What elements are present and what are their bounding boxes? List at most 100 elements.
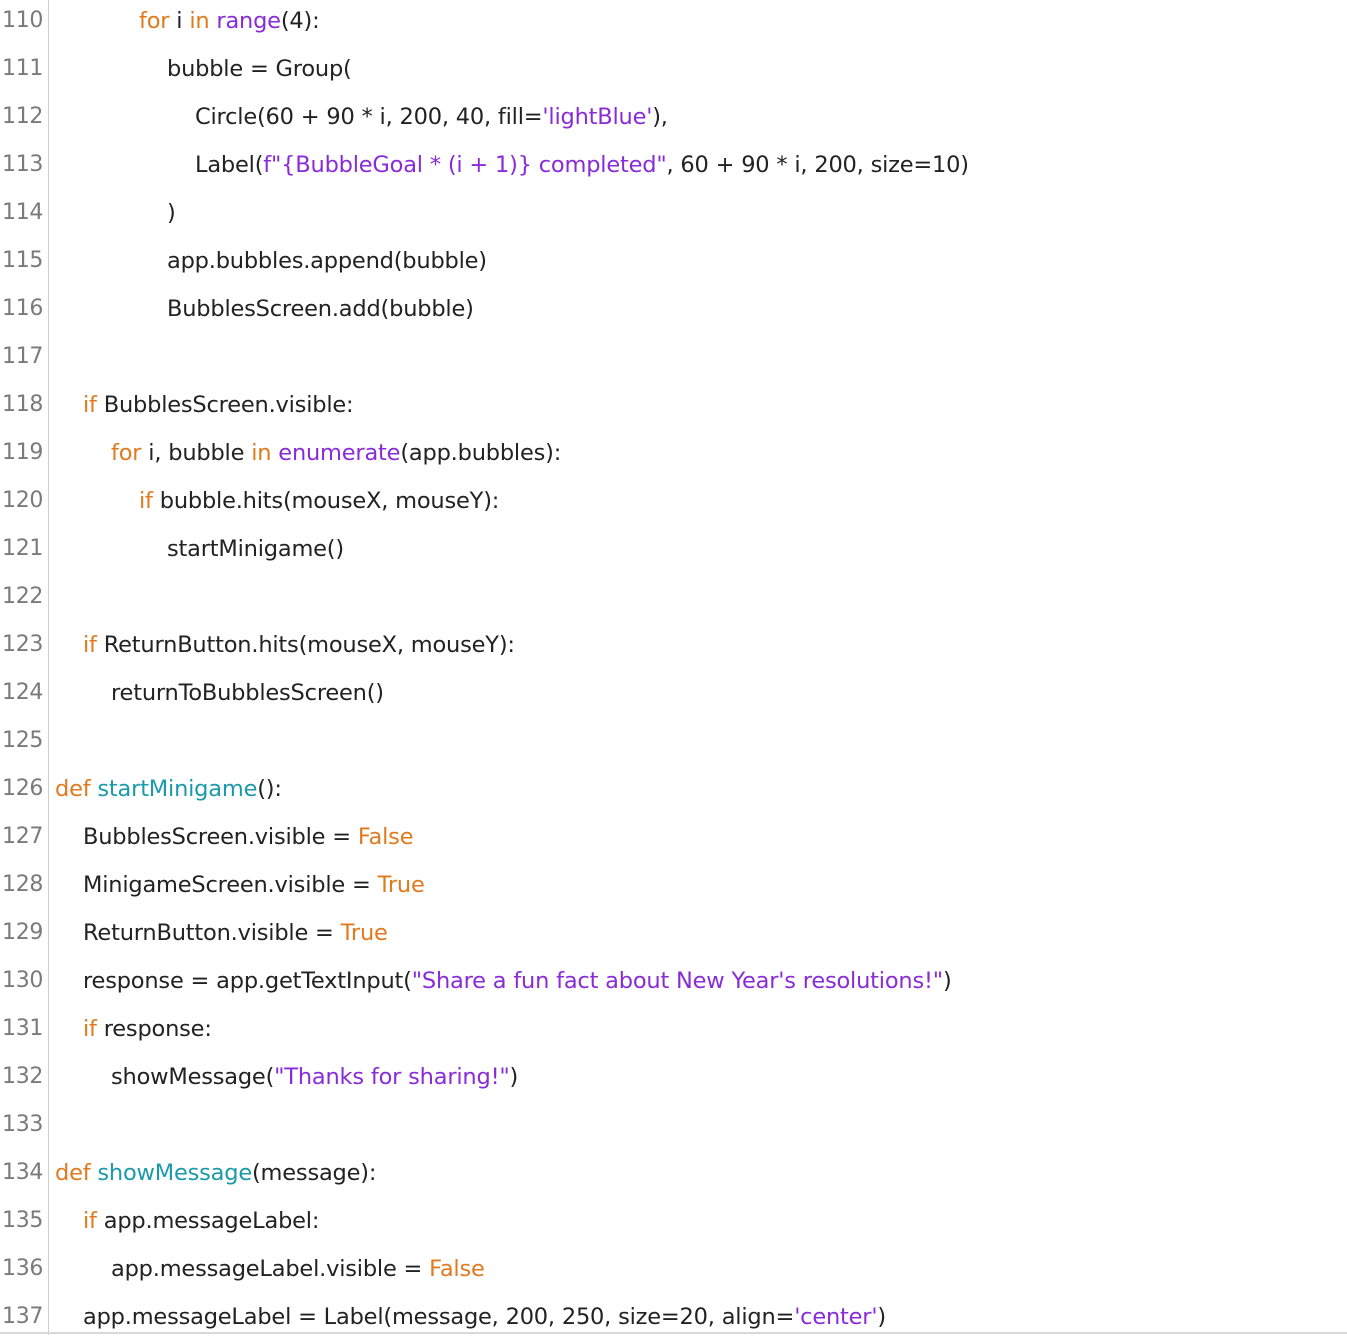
code-text[interactable]: BubblesScreen.visible = False [83, 816, 414, 858]
line-number: 117 [2, 344, 44, 369]
code-text[interactable]: returnToBubblesScreen() [111, 672, 384, 714]
code-text[interactable]: for i, bubble in enumerate(app.bubbles): [111, 432, 561, 474]
keyword-token: in [189, 8, 210, 34]
keyword-token: if [83, 632, 97, 658]
code-line[interactable]: 135 if app.messageLabel: [0, 1200, 1347, 1248]
code-text[interactable]: showMessage("Thanks for sharing!") [111, 1056, 518, 1098]
code-line[interactable]: 132 showMessage("Thanks for sharing!") [0, 1056, 1347, 1104]
code-line[interactable]: 121 startMinigame() [0, 528, 1347, 576]
line-number: 115 [2, 248, 44, 273]
line-number: 125 [2, 728, 44, 753]
code-token: i, bubble [141, 440, 252, 466]
code-text[interactable]: def showMessage(message): [55, 1152, 376, 1194]
code-line[interactable]: 127 BubblesScreen.visible = False [0, 816, 1347, 864]
code-text[interactable]: Label(f"{BubbleGoal * (i + 1)} completed… [195, 144, 969, 186]
code-line[interactable]: 126 def startMinigame(): [0, 768, 1347, 816]
code-token: bubble = Group( [167, 56, 352, 82]
string-token: "Share a fun fact about New Year's resol… [411, 968, 943, 994]
code-token: app.messageLabel: [96, 1208, 320, 1234]
code-text[interactable]: MinigameScreen.visible = True [83, 864, 425, 906]
code-line[interactable]: 110 for i in range(4): [0, 0, 1347, 48]
code-token: BubblesScreen.add(bubble) [167, 296, 474, 322]
line-number: 130 [2, 968, 44, 993]
code-token: bubble.hits(mouseX, mouseY): [152, 488, 500, 514]
code-token: , 60 + 90 * i, 200, size=10) [666, 152, 970, 178]
code-line[interactable]: 113 Label(f"{BubbleGoal * (i + 1)} comple… [0, 144, 1347, 192]
code-line[interactable]: 124 returnToBubblesScreen() [0, 672, 1347, 720]
code-text[interactable]: startMinigame() [167, 528, 344, 570]
function-name-token: startMinigame [97, 776, 258, 802]
code-text[interactable]: app.messageLabel.visible = False [111, 1248, 485, 1290]
code-text[interactable]: if bubble.hits(mouseX, mouseY): [139, 480, 499, 522]
code-token: ) [942, 968, 952, 994]
code-text[interactable]: if response: [83, 1008, 212, 1050]
keyword-token: for [111, 440, 142, 466]
code-line[interactable]: 129 ReturnButton.visible = True [0, 912, 1347, 960]
code-line[interactable]: 123 if ReturnButton.hits(mouseX, mouseY): [0, 624, 1347, 672]
code-text[interactable]: if app.messageLabel: [83, 1200, 319, 1242]
code-line[interactable]: 116 BubblesScreen.add(bubble) [0, 288, 1347, 336]
code-token: startMinigame() [167, 536, 344, 562]
code-line[interactable]: 131 if response: [0, 1008, 1347, 1056]
keyword-token: in [251, 440, 272, 466]
code-text[interactable]: BubblesScreen.add(bubble) [167, 288, 474, 330]
line-number: 118 [2, 392, 44, 417]
keyword-token: False [357, 824, 414, 850]
string-token: f"{BubbleGoal * (i + 1)} completed" [263, 152, 667, 178]
string-token: 'center' [794, 1304, 878, 1330]
code-text[interactable]: ReturnButton.visible = True [83, 912, 388, 954]
code-line[interactable]: 112 Circle(60 + 90 * i, 200, 40, fill='li… [0, 96, 1347, 144]
code-line[interactable]: 133 [0, 1104, 1347, 1152]
code-token: BubblesScreen.visible = [83, 824, 358, 850]
code-line[interactable]: 134 def showMessage(message): [0, 1152, 1347, 1200]
code-text[interactable]: def startMinigame(): [55, 768, 282, 810]
code-token: ReturnButton.visible = [83, 920, 341, 946]
code-line[interactable]: 125 [0, 720, 1347, 768]
code-line[interactable]: 120 if bubble.hits(mouseX, mouseY): [0, 480, 1347, 528]
code-token: Label( [195, 152, 264, 178]
code-text[interactable]: bubble = Group( [167, 48, 352, 90]
code-text[interactable]: Circle(60 + 90 * i, 200, 40, fill='light… [195, 96, 668, 138]
code-line[interactable]: 122 [0, 576, 1347, 624]
keyword-token: if [83, 392, 97, 418]
keyword-token: if [83, 1208, 97, 1234]
string-token: "Thanks for sharing!" [274, 1064, 510, 1090]
line-number: 128 [2, 872, 44, 897]
code-token: app.messageLabel = Label(message, 200, 2… [83, 1304, 795, 1330]
code-token: returnToBubblesScreen() [111, 680, 384, 706]
code-token: i [169, 8, 190, 34]
editor-bottom-border [0, 1332, 1347, 1334]
code-token: ), [652, 104, 668, 130]
line-number: 133 [2, 1112, 44, 1137]
code-token: (message): [251, 1160, 377, 1186]
code-text[interactable]: app.bubbles.append(bubble) [167, 240, 487, 282]
code-line[interactable]: 111 bubble = Group( [0, 48, 1347, 96]
code-text[interactable]: ) [167, 192, 176, 234]
code-token: MinigameScreen.visible = [83, 872, 378, 898]
code-line[interactable]: 115 app.bubbles.append(bubble) [0, 240, 1347, 288]
line-number: 121 [2, 536, 44, 561]
line-number: 122 [2, 584, 44, 609]
line-number: 129 [2, 920, 44, 945]
code-line[interactable]: 128 MinigameScreen.visible = True [0, 864, 1347, 912]
code-text[interactable]: response = app.getTextInput("Share a fun… [83, 960, 952, 1002]
code-line[interactable]: 136 app.messageLabel.visible = False [0, 1248, 1347, 1296]
code-editor[interactable]: 110 for i in range(4): 111 bubble = Group(1… [0, 0, 1347, 1335]
code-line[interactable]: 119 for i, bubble in enumerate(app.bubble… [0, 432, 1347, 480]
keyword-token: False [429, 1256, 485, 1282]
code-line[interactable]: 137 app.messageLabel = Label(message, 200… [0, 1296, 1347, 1344]
keyword-token: for [139, 8, 170, 34]
code-line[interactable]: 130 response = app.getTextInput("Share a … [0, 960, 1347, 1008]
line-number: 126 [2, 776, 44, 801]
line-number: 110 [2, 8, 44, 33]
code-line[interactable]: 114) [0, 192, 1347, 240]
line-number: 127 [2, 824, 44, 849]
code-line[interactable]: 118 if BubblesScreen.visible: [0, 384, 1347, 432]
code-line[interactable]: 117 [0, 336, 1347, 384]
builtin-token: enumerate [278, 440, 401, 466]
code-text[interactable]: for i in range(4): [139, 0, 320, 42]
code-text[interactable]: if ReturnButton.hits(mouseX, mouseY): [83, 624, 515, 666]
builtin-token: range [216, 8, 281, 34]
keyword-token: if [83, 1016, 97, 1042]
code-text[interactable]: if BubblesScreen.visible: [83, 384, 354, 426]
